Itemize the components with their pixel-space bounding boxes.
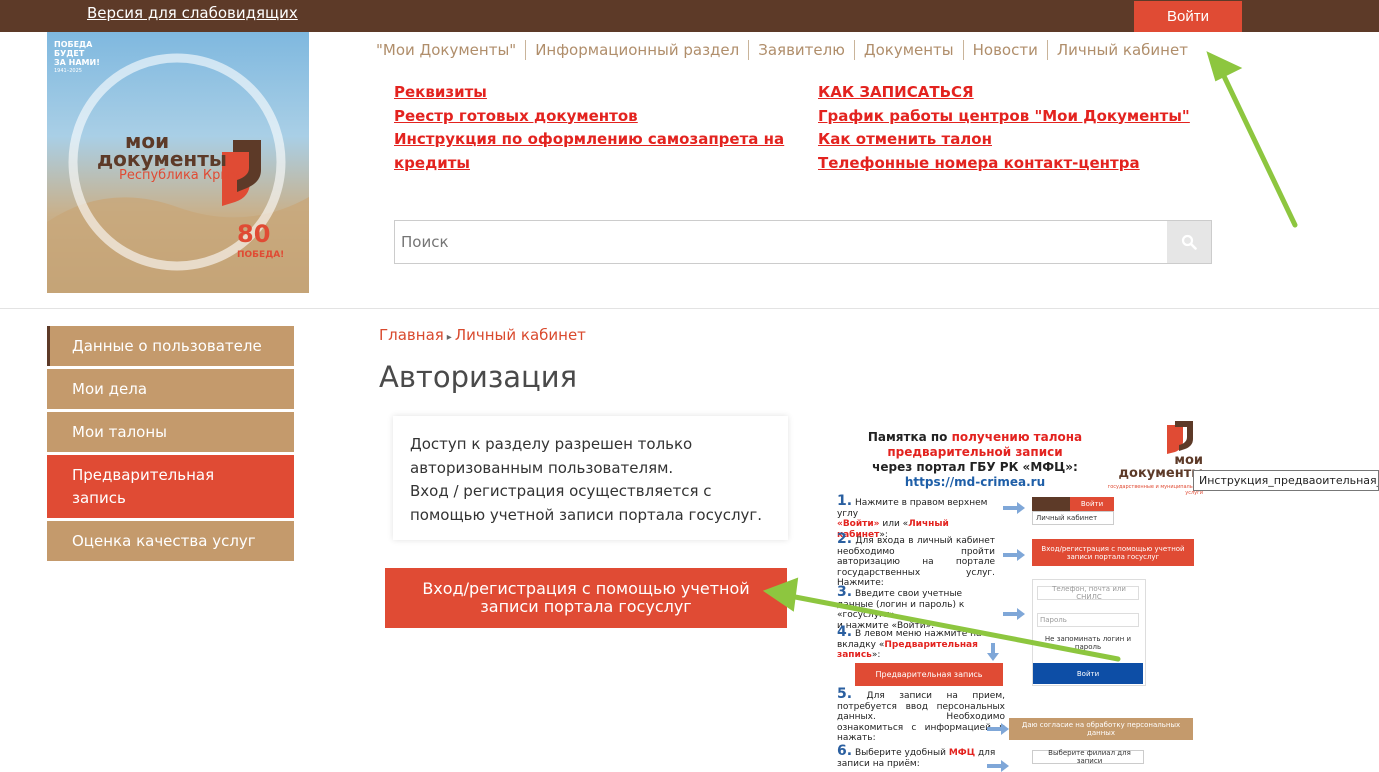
instruction-image[interactable]: Памятка по получению талона предваритель… <box>825 416 1205 772</box>
main-nav: "Мои Документы" Информационный раздел За… <box>376 40 1197 60</box>
nav-item-documents[interactable]: Документы <box>853 40 963 60</box>
nav-item-info[interactable]: Информационный раздел <box>525 40 748 60</box>
logo-slogan: ПОБЕДА БУДЕТ ЗА НАМИ! 1941–2025 <box>54 40 100 76</box>
nav-item-personal-cabinet[interactable]: Личный кабинет <box>1046 40 1197 60</box>
notice-line: авторизованным пользователям. <box>410 458 674 477</box>
breadcrumb: Главная ▸ Личный кабинет <box>379 326 586 344</box>
login-button[interactable]: Войти <box>1134 1 1242 32</box>
logo-brand: мои документы <box>97 131 227 171</box>
memo-arrows-icon <box>987 502 1025 772</box>
search-icon <box>1181 234 1197 250</box>
sidebar-item-user-data[interactable]: Данные о пользователе <box>47 326 294 366</box>
gosuslugi-label-line: Вход/регистрация с помощью учетной <box>422 579 750 598</box>
sidebar-item-label-line: запись <box>72 488 126 507</box>
search-box <box>394 220 1212 264</box>
image-tooltip: Инструкция_предваоительная_запись <box>1193 470 1379 491</box>
logo-slogan-line: ЗА НАМИ! <box>54 58 100 67</box>
breadcrumb-home[interactable]: Главная <box>379 326 444 344</box>
sidebar-item-service-quality[interactable]: Оценка качества услуг <box>47 521 294 561</box>
search-button[interactable] <box>1167 221 1211 263</box>
sidebar-item-label-line: Предварительная <box>72 465 215 484</box>
logo-slogan-line: БУДЕТ <box>54 49 85 58</box>
logo-brand-line: документы <box>97 147 227 171</box>
notice-line: Доступ к разделу разрешен только <box>410 435 693 453</box>
page-title: Авторизация <box>379 360 578 394</box>
quick-links-right: КАК ЗАПИСАТЬСЯ График работы центров "Мо… <box>818 81 1190 175</box>
sidebar-item-my-tickets[interactable]: Мои талоны <box>47 412 294 452</box>
sidebar-menu: Данные о пользователе Мои дела Мои талон… <box>47 326 294 564</box>
gosuslugi-login-button-label: Вход/регистрация с помощью учетной запис… <box>422 580 749 616</box>
logo-slogan-line: ПОБЕДА <box>54 40 93 49</box>
notice-line: помощью учетной записи портала госуслуг. <box>410 505 763 524</box>
notice-line: Вход / регистрация осуществляется с <box>410 482 712 500</box>
nav-item-news[interactable]: Новости <box>962 40 1047 60</box>
gosuslugi-login-button[interactable]: Вход/регистрация с помощью учетной запис… <box>385 568 787 628</box>
auth-notice: Доступ к разделу разрешен только авториз… <box>393 416 788 540</box>
link-work-schedule[interactable]: График работы центров "Мои Документы" <box>818 105 1190 129</box>
site-logo[interactable]: ПОБЕДА БУДЕТ ЗА НАМИ! 1941–2025 мои доку… <box>47 32 309 293</box>
logo-pobeda: ПОБЕДА! <box>237 250 285 260</box>
logo-years: 1941–2025 <box>54 68 82 74</box>
link-cancel-ticket[interactable]: Как отменить талон <box>818 128 1190 152</box>
sidebar-item-my-cases[interactable]: Мои дела <box>47 369 294 409</box>
low-vision-link[interactable]: Версия для слабовидящих <box>87 4 298 22</box>
link-ready-docs-registry[interactable]: Реестр готовых документов <box>394 105 784 129</box>
sidebar-item-pre-registration[interactable]: Предварительная запись <box>47 455 294 518</box>
nav-item-my-documents[interactable]: "Мои Документы" <box>376 40 525 60</box>
link-contact-center-phones[interactable]: Телефонные номера контакт-центра <box>818 152 1190 176</box>
gosuslugi-label-line: записи портала госуслуг <box>480 597 692 616</box>
link-self-ban-instruction-cont[interactable]: кредиты <box>394 152 784 176</box>
header-divider <box>0 308 1379 309</box>
link-self-ban-instruction[interactable]: Инструкция по оформлению самозапрета на <box>394 128 784 152</box>
quick-links-left: Реквизиты Реестр готовых документов Инст… <box>394 81 784 175</box>
link-how-to-book[interactable]: КАК ЗАПИСАТЬСЯ <box>818 81 1190 105</box>
sidebar-item-label: Предварительная запись <box>72 464 214 510</box>
top-bar: Версия для слабовидящих Войти <box>0 0 1379 32</box>
breadcrumb-current[interactable]: Личный кабинет <box>455 326 586 344</box>
breadcrumb-separator-icon: ▸ <box>446 332 452 343</box>
nav-item-applicant[interactable]: Заявителю <box>748 40 854 60</box>
logo-80: 80 <box>237 220 271 248</box>
search-input[interactable] <box>395 221 1177 263</box>
logo-region: Республика Крым <box>119 168 241 183</box>
link-requisites[interactable]: Реквизиты <box>394 81 784 105</box>
